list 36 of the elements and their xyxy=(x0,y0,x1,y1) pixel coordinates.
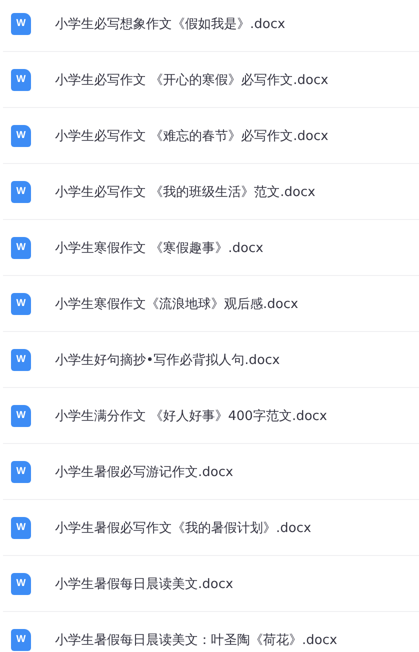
file-row[interactable]: W 小学生暑假每日晨读美文：叶圣陶《荷花》.docx xyxy=(3,612,419,652)
file-name: 小学生必写作文 《开心的寒假》必写作文.docx xyxy=(55,72,328,88)
document-icon: W xyxy=(11,516,31,538)
file-name: 小学生寒假作文《流浪地球》观后感.docx xyxy=(55,296,298,312)
document-icon: W xyxy=(11,236,31,258)
file-row[interactable]: W 小学生好句摘抄•写作必背拟人句.docx xyxy=(3,332,419,388)
file-name: 小学生满分作文 《好人好事》400字范文.docx xyxy=(55,408,328,424)
file-row[interactable]: W 小学生寒假作文《流浪地球》观后感.docx xyxy=(3,276,419,332)
file-name: 小学生必写作文 《我的班级生活》范文.docx xyxy=(55,184,316,200)
file-row[interactable]: W 小学生必写想象作文《假如我是》.docx xyxy=(3,0,419,52)
file-row[interactable]: W 小学生必写作文 《我的班级生活》范文.docx xyxy=(3,164,419,220)
file-name: 小学生必写想象作文《假如我是》.docx xyxy=(55,16,286,32)
document-icon: W xyxy=(11,68,31,90)
document-icon: W xyxy=(11,404,31,426)
document-icon: W xyxy=(11,460,31,482)
file-name: 小学生暑假必写游记作文.docx xyxy=(55,464,234,480)
file-name: 小学生寒假作文 《寒假趣事》.docx xyxy=(55,240,264,256)
file-name: 小学生暑假每日晨读美文.docx xyxy=(55,576,234,592)
file-name: 小学生好句摘抄•写作必背拟人句.docx xyxy=(55,352,280,368)
document-icon: W xyxy=(11,180,31,202)
document-icon: W xyxy=(11,124,31,146)
document-icon: W xyxy=(11,292,31,314)
file-row[interactable]: W 小学生暑假必写游记作文.docx xyxy=(3,444,419,500)
file-name: 小学生必写作文 《难忘的春节》必写作文.docx xyxy=(55,128,328,144)
document-icon: W xyxy=(11,572,31,594)
document-icon: W xyxy=(11,628,31,650)
file-name: 小学生暑假必写作文《我的暑假计划》.docx xyxy=(55,520,312,536)
file-row[interactable]: W 小学生必写作文 《难忘的春节》必写作文.docx xyxy=(3,108,419,164)
file-row[interactable]: W 小学生寒假作文 《寒假趣事》.docx xyxy=(3,220,419,276)
file-row[interactable]: W 小学生必写作文 《开心的寒假》必写作文.docx xyxy=(3,52,419,108)
file-name: 小学生暑假每日晨读美文：叶圣陶《荷花》.docx xyxy=(55,632,338,648)
file-row[interactable]: W 小学生满分作文 《好人好事》400字范文.docx xyxy=(3,388,419,444)
document-icon: W xyxy=(11,12,31,34)
file-row[interactable]: W 小学生暑假必写作文《我的暑假计划》.docx xyxy=(3,500,419,556)
document-icon: W xyxy=(11,348,31,370)
file-row[interactable]: W 小学生暑假每日晨读美文.docx xyxy=(3,556,419,612)
